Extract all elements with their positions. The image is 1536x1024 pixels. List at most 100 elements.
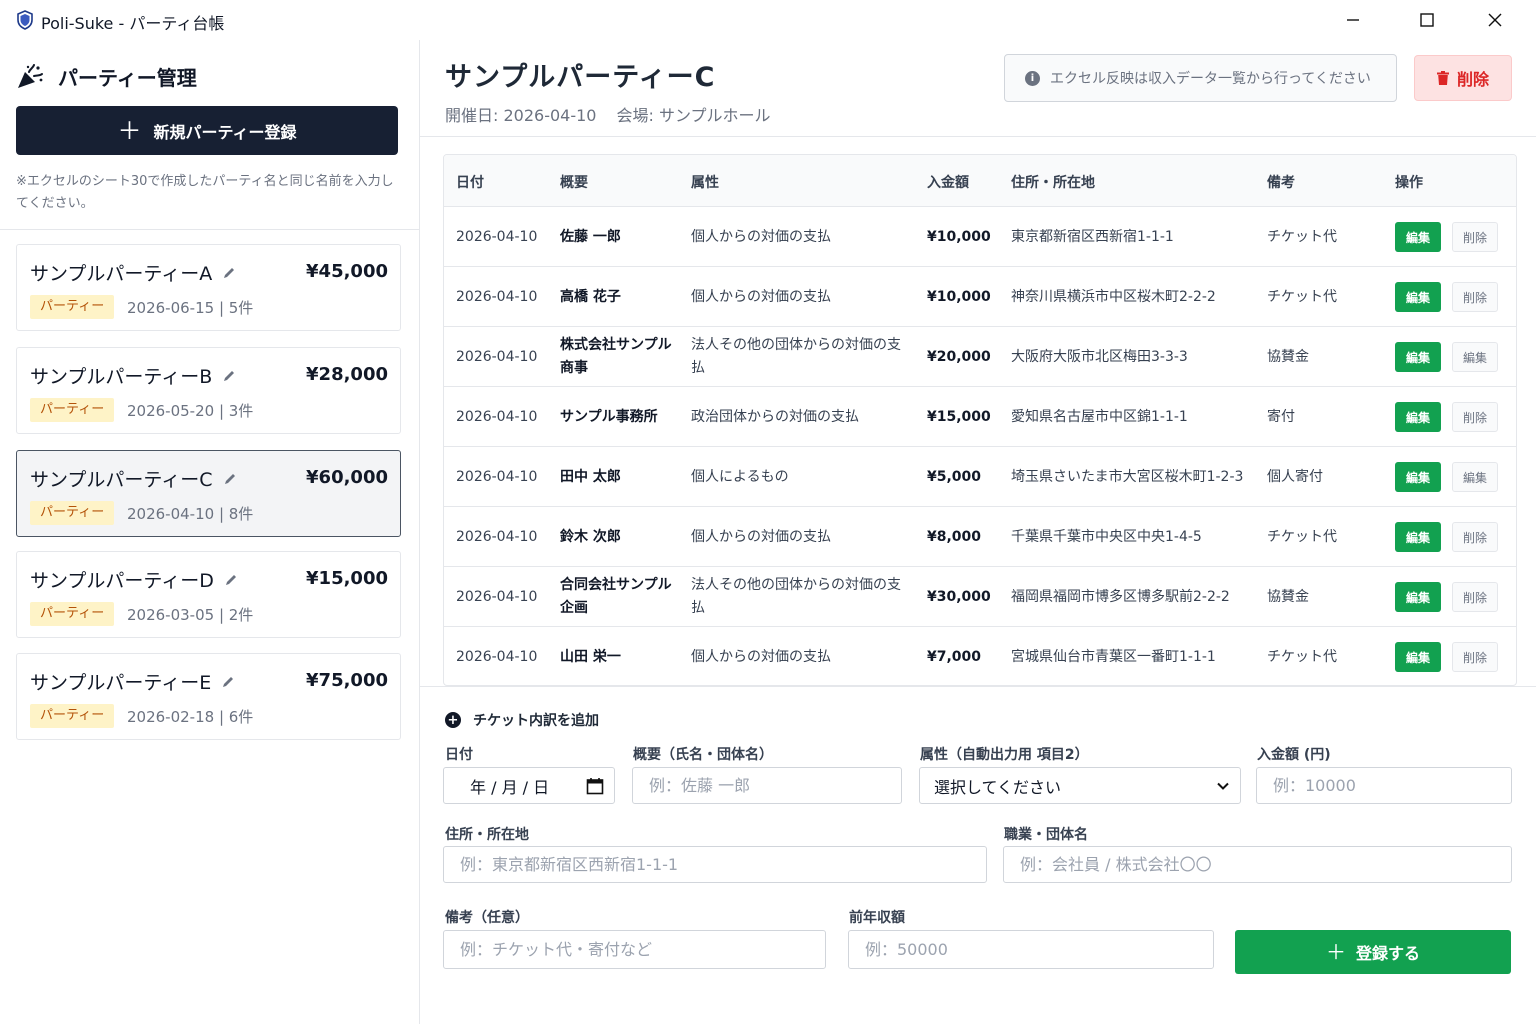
delete-row-button[interactable]: 削除 — [1452, 522, 1498, 552]
table-row: 2026-04-10 サンプル事務所 政治団体からの対価の支払 ¥15,000 … — [444, 387, 1516, 447]
party-card[interactable]: サンプルパーティーA ¥45,000 パーティー 2026-06-15 | 5件 — [16, 244, 401, 331]
cell-note: チケット代 — [1267, 288, 1337, 305]
party-badge: パーティー — [30, 398, 115, 422]
sidebar-note: ※エクセルのシート30で作成したパーティ名と同じ名前を入力してください。 — [16, 174, 394, 211]
table-header: 日付 概要 属性 入金額 住所・所在地 備考 操作 — [444, 155, 1516, 207]
table-row: 2026-04-10 山田 栄一 個人からの対価の支払 ¥7,000 宮城県仙台… — [444, 627, 1516, 685]
cell-note: 協賛金 — [1267, 348, 1309, 365]
party-name-row: サンプルパーティーA — [30, 259, 236, 286]
new-party-button[interactable]: ＋ 新規パーティー登録 — [16, 106, 398, 155]
table-row: 2026-04-10 田中 太郎 個人によるもの ¥5,000 埼玉県さいたま市… — [444, 447, 1516, 507]
edit-row-button[interactable]: 編集 — [1395, 462, 1441, 492]
calendar-icon[interactable] — [586, 777, 604, 795]
edit-row-button[interactable]: 編集 — [1395, 222, 1441, 252]
date-input-value: 年 / 月 / 日 — [470, 777, 550, 797]
pencil-icon[interactable] — [221, 675, 235, 689]
table-row: 2026-04-10 合同会社サンプル企画 法人その他の団体からの対価の支払 ¥… — [444, 567, 1516, 627]
delete-row-button[interactable]: 削除 — [1452, 282, 1498, 312]
pencil-icon[interactable] — [222, 369, 236, 383]
pencil-icon[interactable] — [224, 573, 238, 587]
cell-attr: 個人によるもの — [691, 468, 789, 485]
table-row: 2026-04-10 佐藤 一郎 個人からの対価の支払 ¥10,000 東京都新… — [444, 207, 1516, 267]
edit-row-button[interactable]: 編集 — [1395, 342, 1441, 372]
note-input[interactable] — [443, 930, 826, 969]
party-badge: パーティー — [30, 602, 115, 626]
edit-row-button[interactable]: 編集 — [1395, 282, 1441, 312]
cell-date: 2026-04-10 — [456, 348, 538, 365]
form-title-text: チケット内訳を追加 — [473, 713, 599, 729]
party-meta: 2026-03-05 | 2件 — [127, 606, 254, 624]
address-input[interactable] — [443, 846, 987, 883]
plus-icon: ＋ — [1325, 940, 1346, 964]
register-button[interactable]: ＋ 登録する — [1235, 930, 1511, 974]
delete-row-button[interactable]: 編集 — [1452, 342, 1498, 372]
party-amount: ¥15,000 — [306, 568, 388, 589]
party-card-selected[interactable]: サンプルパーティーC ¥60,000 パーティー 2026-04-10 | 8件 — [16, 450, 401, 537]
edit-row-button[interactable]: 編集 — [1395, 582, 1441, 612]
party-card[interactable]: サンプルパーティーE ¥75,000 パーティー 2026-02-18 | 6件 — [16, 653, 401, 740]
party-name: サンプルパーティーD — [30, 570, 214, 592]
header-amount: 入金額 — [927, 175, 969, 191]
delete-row-button[interactable]: 削除 — [1452, 402, 1498, 432]
cell-date: 2026-04-10 — [456, 468, 538, 485]
cell-note: 個人寄付 — [1267, 468, 1323, 485]
delete-row-button[interactable]: 削除 — [1452, 222, 1498, 252]
delete-row-button[interactable]: 編集 — [1452, 462, 1498, 492]
job-label: 職業・団体名 — [1004, 827, 1088, 843]
header-actions: 操作 — [1395, 175, 1423, 191]
party-card[interactable]: サンプルパーティーB ¥28,000 パーティー 2026-05-20 | 3件 — [16, 347, 401, 434]
header-date: 日付 — [456, 175, 484, 191]
attr-select-value: 選択してください — [934, 777, 1062, 797]
plus-circle-icon: + — [445, 712, 461, 728]
new-party-button-label: 新規パーティー登録 — [153, 122, 297, 142]
income-input[interactable] — [848, 930, 1214, 969]
job-input[interactable] — [1003, 846, 1512, 883]
attr-label: 属性（自動出力用 項目2） — [920, 747, 1089, 763]
pencil-icon[interactable] — [222, 266, 236, 280]
name-input[interactable] — [632, 767, 902, 804]
address-label: 住所・所在地 — [445, 827, 529, 843]
cell-amount: ¥7,000 — [927, 648, 982, 665]
party-badge: パーティー — [30, 501, 115, 525]
delete-row-button[interactable]: 削除 — [1452, 642, 1498, 672]
close-icon — [1488, 13, 1502, 27]
cell-address: 東京都新宿区西新宿1-1-1 — [1011, 228, 1174, 245]
party-venue: 会場: サンプルホール — [616, 106, 771, 125]
delete-party-button[interactable]: 削除 — [1414, 55, 1512, 101]
info-notice: i エクセル反映は収入データ一覧から行ってください — [1004, 54, 1397, 102]
cell-name: 佐藤 一郎 — [560, 228, 621, 245]
pencil-icon[interactable] — [223, 472, 237, 486]
cell-note: チケット代 — [1267, 228, 1337, 245]
party-name: サンプルパーティーB — [30, 366, 213, 388]
delete-row-button[interactable]: 削除 — [1452, 582, 1498, 612]
cell-name: 山田 栄一 — [560, 648, 621, 665]
party-meta: 2026-04-10 | 8件 — [127, 505, 254, 523]
cell-date: 2026-04-10 — [456, 288, 538, 305]
attr-select[interactable]: 選択してください — [919, 767, 1241, 804]
edit-row-button[interactable]: 編集 — [1395, 402, 1441, 432]
cell-name: 鈴木 次郎 — [560, 528, 621, 545]
note-label: 備考（任意） — [445, 910, 529, 926]
amount-input[interactable] — [1256, 767, 1512, 804]
form-divider — [420, 686, 1536, 687]
cell-address: 愛知県名古屋市中区錦1-1-1 — [1011, 408, 1188, 425]
party-card[interactable]: サンプルパーティーD ¥15,000 パーティー 2026-03-05 | 2件 — [16, 551, 401, 638]
date-input[interactable]: 年 / 月 / 日 — [443, 767, 615, 804]
edit-row-button[interactable]: 編集 — [1395, 522, 1441, 552]
party-meta: 2026-05-20 | 3件 — [127, 402, 254, 420]
maximize-button[interactable] — [1404, 4, 1450, 36]
close-button[interactable] — [1472, 4, 1518, 36]
party-date: 開催日: 2026-04-10 — [445, 106, 597, 125]
minimize-button[interactable] — [1330, 4, 1376, 36]
cell-amount: ¥20,000 — [927, 348, 991, 365]
chevron-down-icon — [1217, 782, 1229, 790]
header-divider — [420, 136, 1536, 137]
cell-name: 高橋 花子 — [560, 288, 621, 305]
edit-row-button[interactable]: 編集 — [1395, 642, 1441, 672]
cell-date: 2026-04-10 — [456, 228, 538, 245]
cell-amount: ¥10,000 — [927, 228, 991, 245]
maximize-icon — [1420, 13, 1434, 27]
cell-date: 2026-04-10 — [456, 408, 538, 425]
info-text: エクセル反映は収入データ一覧から行ってください — [1050, 71, 1371, 87]
cell-address: 千葉県千葉市中央区中央1-4-5 — [1011, 528, 1202, 545]
